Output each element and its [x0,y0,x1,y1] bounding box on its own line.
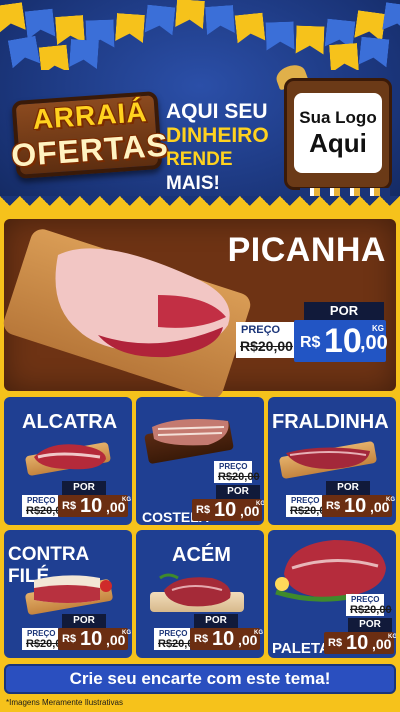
festa-junina-bunting [0,0,400,70]
price: R$ 10 ,00 KG [58,628,131,650]
old-price: PREÇO R$20,00 [214,461,260,483]
por-label: POR [348,618,392,632]
hero-title: PICANHA [227,231,386,269]
product-name: ACÉM [172,544,231,566]
hero-currency: R$ [300,334,321,351]
store-logo-placeholder[interactable]: Sua Logo Aqui [284,78,392,190]
tagline-line-2: DINHEIRO [166,124,269,147]
arraia-ofertas-logo: ARRAIÁ OFERTAS [10,86,170,182]
old-price: PREÇO R$20,00 [286,495,332,517]
old-price-value: R$20,00 [350,604,392,616]
store-logo-line-1: Sua Logo [299,107,377,127]
product-name: FRALDINHA [272,411,389,433]
price: R$ 10 ,00 KG [192,499,264,521]
product-card-fraldinha[interactable]: FRALDINHA POR PREÇO R$20,00 R$ 10 ,00 KG [268,397,396,525]
tagline-line-1: AQUI SEU [166,100,268,123]
hero-price-int: 10 [324,322,362,360]
por-label: POR [62,481,106,495]
por-label: POR [216,485,260,499]
old-price: PREÇO R$20,00 [22,628,68,650]
price: R$ 10 ,00 KG [324,632,396,654]
price: R$ 10 ,00 KG [58,495,131,517]
tagline-mais: MAIS! [166,173,220,194]
product-price-block: POR PREÇO R$20,00 R$ 10 ,00 KG [154,614,263,654]
preco-label: PREÇO [27,496,56,505]
alcatra-meat-image [34,444,106,470]
por-label: POR [62,614,106,628]
product-price-block: POR PREÇO R$20,00 R$ 10 ,00 KG [286,481,395,521]
old-price: PREÇO R$20,00 [22,495,68,517]
product-price-block: PREÇO R$20,00 POR R$ 10 ,00 KG [192,459,264,521]
product-price-block: POR PREÇO R$20,00 R$ 10 ,00 KG [22,614,131,654]
zigzag-divider [0,196,400,214]
disclaimer-text: *Imagens Meramente Ilustrativas [6,698,123,707]
preco-label: PREÇO [219,462,248,471]
product-card-costela[interactable]: COSTELA PREÇO R$20,00 POR R$ 10 ,00 KG [136,397,264,525]
store-logo-line-2: Aqui [309,127,367,158]
price: R$ 10 ,00 KG [190,628,263,650]
preco-label: PREÇO [27,629,56,638]
costela-meat-image [152,419,229,446]
product-name: PALETA [272,640,330,657]
tagline-rende: RENDE [166,149,233,170]
hero-por-label: POR [304,302,384,320]
hero-old-price-value: R$20,00 [240,338,293,354]
header-banner: ARRAIÁ OFERTAS AQUI SEU DINHEIRO RENDE M… [0,0,400,215]
old-price-value: R$20,00 [218,471,260,483]
old-price: PREÇO R$20,00 [154,628,200,650]
hero-price-cents: ,00 [360,332,388,354]
product-card-alcatra[interactable]: ALCATRA POR PREÇO R$20,00 R$ 10 ,00 KG [4,397,132,525]
product-name: ALCATRA [22,411,118,433]
price: R$ 10 ,00 KG [322,495,395,517]
product-card-paleta[interactable]: PALETA PREÇO R$20,00 POR R$ 10 ,00 KG [268,530,396,658]
acem-meat-image [159,573,231,607]
por-label: POR [194,614,238,628]
fraldinha-meat-image [286,447,370,469]
hero-price-block: POR PREÇO R$20,00 R$ 10 ,00 KG [236,300,388,362]
product-price-block: POR PREÇO R$20,00 R$ 10 ,00 KG [22,481,131,521]
tagline-line-3: RENDE MAIS! [166,148,284,196]
tagline: AQUI SEU DINHEIRO RENDE MAIS! [166,100,284,196]
old-price: PREÇO R$20,00 [346,594,392,616]
picanha-meat-image [55,248,230,358]
hero-product-picanha[interactable]: PICANHA POR PREÇO R$20,00 R$ 10 ,00 KG [0,219,396,402]
preco-label: PREÇO [351,595,380,604]
contra-file-meat-image [34,575,112,603]
hero-preco-label: PREÇO [241,324,281,336]
product-price-block: PREÇO R$20,00 POR R$ 10 ,00 KG [324,592,396,654]
por-label: POR [326,481,370,495]
product-card-contra-file[interactable]: CONTRA FILÉ POR PREÇO R$20,00 R$ 10 ,00 … [4,530,132,658]
preco-label: PREÇO [291,496,320,505]
hero-old-price: PREÇO R$20,00 [236,322,294,358]
hero-unit: KG [372,324,384,333]
product-card-acem[interactable]: ACÉM POR PREÇO R$20,00 R$ 10 ,00 KG [136,530,264,658]
preco-label: PREÇO [159,629,188,638]
create-flyer-button[interactable]: Crie seu encarte com este tema! [4,664,396,694]
hero-price: R$ 10 ,00 KG [294,320,388,362]
